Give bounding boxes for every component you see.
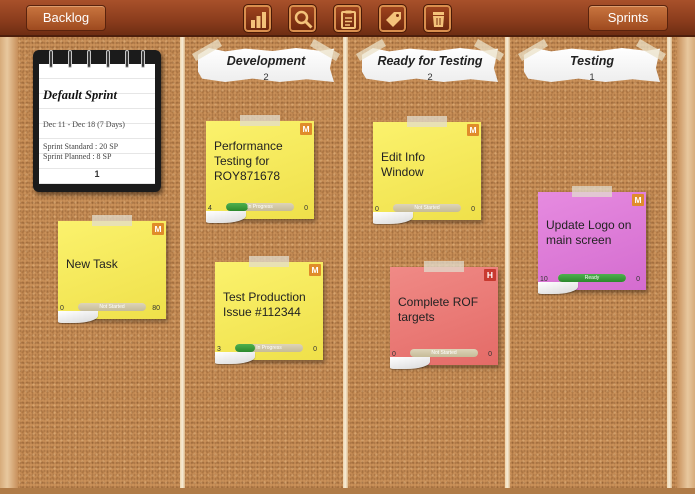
note-tape <box>249 256 289 267</box>
tag-button[interactable] <box>378 4 407 33</box>
top-toolbar: Backlog Sprints <box>0 0 695 37</box>
clipboard-icon <box>341 10 356 29</box>
note-tape <box>92 215 132 226</box>
task-card[interactable]: M Edit Info Window 0 Not Started 0 <box>373 116 481 224</box>
task-title: Update Logo on main screen <box>546 218 632 247</box>
notepad-ring <box>125 50 129 68</box>
task-card[interactable]: H Complete ROF targets 0 Not Started 0 <box>390 261 498 369</box>
sprint-card[interactable]: Default Sprint Dec 11 - Dec 18 (7 Days) … <box>33 50 161 192</box>
note-tape <box>407 116 447 127</box>
task-card[interactable]: M Performance Testing for ROY871678 4 In… <box>206 115 314 223</box>
column-count: 1 <box>589 72 595 83</box>
column-divider <box>505 37 510 488</box>
delete-button[interactable] <box>423 4 452 33</box>
clipboard-button[interactable] <box>333 4 362 33</box>
priority-badge: M <box>300 123 312 135</box>
column-header-ready-for-testing: Ready for Testing 2 <box>356 39 504 90</box>
board-bottom-frame <box>0 488 695 494</box>
status-bar: Not Started <box>78 303 146 311</box>
priority-badge: M <box>467 124 479 136</box>
sprint-number: 1 <box>94 169 100 179</box>
note-tape <box>240 115 280 126</box>
column-divider <box>343 37 348 488</box>
column-title: Ready for Testing <box>377 54 483 68</box>
column-divider <box>667 37 672 488</box>
sprints-button[interactable]: Sprints <box>588 5 668 31</box>
task-right-count: 0 <box>488 351 492 358</box>
column-count: 2 <box>263 72 269 83</box>
notepad-ring <box>141 50 145 68</box>
board-left-frame <box>0 36 18 494</box>
task-title: New Task <box>66 257 118 271</box>
chart-icon <box>251 12 266 28</box>
note-tape <box>424 261 464 272</box>
priority-badge: H <box>484 269 496 281</box>
status-bar: In Progress <box>235 344 303 352</box>
notepad-ring <box>49 50 53 68</box>
status-label: Not Started <box>99 304 125 310</box>
priority-badge: M <box>152 223 164 235</box>
task-right-count: 0 <box>636 276 640 283</box>
task-right-count: 0 <box>313 346 317 353</box>
task-right-count: 0 <box>471 206 475 213</box>
task-title: Test Production Issue #112344 <box>223 290 306 319</box>
status-progress-fill <box>226 203 249 211</box>
status-progress-fill <box>235 344 256 352</box>
note-tape <box>572 186 612 197</box>
sprint-standard: Sprint Standard : 20 SP <box>43 142 119 151</box>
status-label: Ready <box>584 275 600 281</box>
priority-badge: M <box>309 264 321 276</box>
notepad-ring <box>68 50 72 68</box>
backlog-button[interactable]: Backlog <box>26 5 106 31</box>
task-right-count: 0 <box>304 205 308 212</box>
column-header-testing: Testing 1 <box>518 39 666 90</box>
status-label: In Progress <box>256 345 282 351</box>
trash-icon <box>433 12 444 27</box>
task-card[interactable]: M Test Production Issue #112344 3 In Pro… <box>215 256 323 364</box>
column-title: Development <box>226 54 306 68</box>
reports-button[interactable] <box>243 4 272 33</box>
status-bar: Ready <box>558 274 626 282</box>
status-label: Not Started <box>431 350 457 356</box>
status-label: Not Started <box>414 205 440 211</box>
search-button[interactable] <box>288 4 317 33</box>
sprint-planned: Sprint Planned : 8 SP <box>43 152 112 161</box>
search-icon <box>294 10 313 29</box>
column-title: Testing <box>570 54 614 68</box>
notepad-ring <box>87 50 91 68</box>
notepad-ring <box>106 50 110 68</box>
status-bar: In Progress <box>226 203 294 211</box>
task-title: Edit Info Window <box>381 150 426 179</box>
status-bar: Not Started <box>393 204 461 212</box>
task-title: Complete ROF targets <box>398 295 479 324</box>
task-right-count: 80 <box>152 305 160 312</box>
column-divider <box>180 37 185 488</box>
sprint-dates: Dec 11 - Dec 18 (7 Days) <box>43 120 125 129</box>
board-right-frame <box>677 36 695 494</box>
priority-badge: M <box>632 194 644 206</box>
task-card[interactable]: M New Task 0 Not Started 80 <box>58 215 166 323</box>
task-card[interactable]: M Update Logo on main screen 10 Ready 0 <box>538 186 646 294</box>
sprint-name: Default Sprint <box>43 88 117 102</box>
tag-icon <box>386 12 401 27</box>
task-title: Performance Testing for ROY871678 <box>214 139 283 183</box>
status-bar: Not Started <box>410 349 478 357</box>
column-count: 2 <box>427 72 433 83</box>
column-header-development: Development 2 <box>192 39 340 90</box>
status-label: In Progress <box>247 204 273 210</box>
